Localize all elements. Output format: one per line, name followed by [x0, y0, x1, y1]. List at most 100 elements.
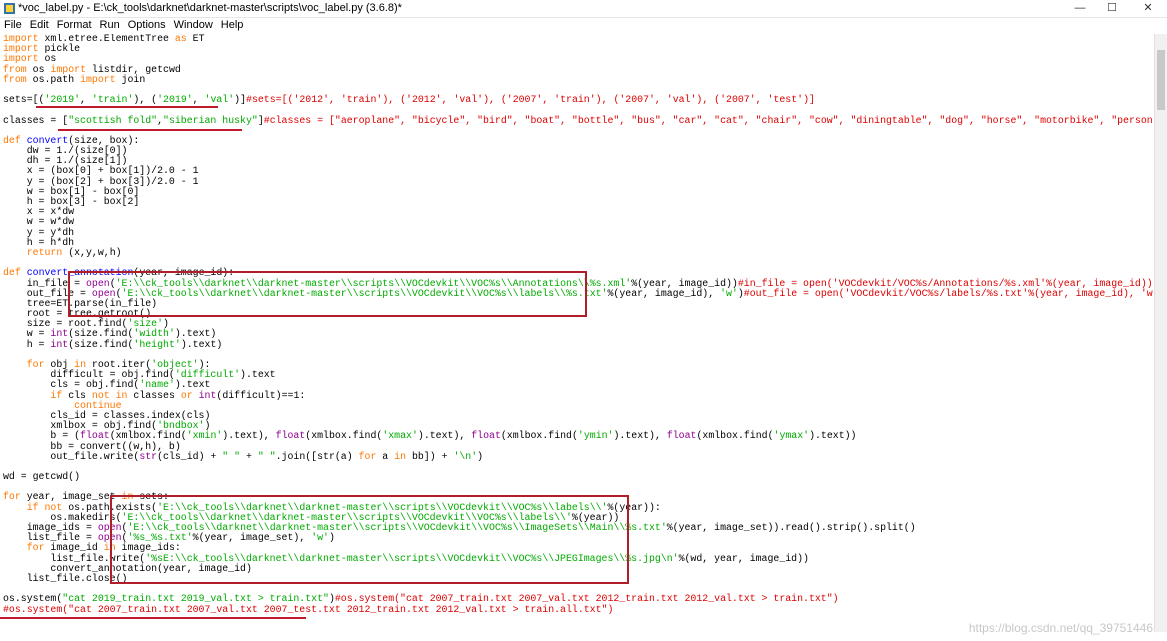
code-editor[interactable]: import xml.etree.ElementTree as ET import… [0, 34, 1155, 632]
code-token: (size.find( [68, 338, 134, 350]
code-line[interactable]: dw = 1./(size[0]) [0, 145, 1155, 156]
code-line[interactable]: return (x,y,w,h) [0, 246, 1155, 258]
code-line[interactable]: w = w*dw [0, 217, 1155, 227]
code-token: '2019' [44, 94, 81, 106]
code-token: , [192, 94, 205, 106]
code-token: " " [257, 450, 276, 462]
code-line[interactable]: out_file = open('E:\\ck_tools\\darknet\\… [0, 287, 1155, 299]
code-line[interactable]: sets=[('2019', 'train'), ('2019', 'val')… [0, 95, 1155, 105]
scrollbar-thumb[interactable] [1157, 50, 1165, 110]
code-token: list_file.close() [3, 572, 128, 584]
menu-options[interactable]: Options [124, 18, 170, 33]
code-token: #out_file = open('VOCdevkit/VOC%s/labels… [743, 287, 1155, 299]
code-token: wd = getcwd() [3, 471, 81, 483]
code-token: (xmlbox.find( [500, 430, 578, 442]
code-line[interactable] [0, 482, 1155, 492]
code-token: (difficult)==1: [216, 389, 306, 401]
code-line[interactable]: list_file.close() [0, 572, 1155, 584]
code-line[interactable]: from os.path import join [0, 73, 1155, 85]
code-line[interactable]: wd = getcwd() [0, 471, 1155, 483]
code-token: + [240, 450, 258, 462]
code-line[interactable] [0, 126, 1155, 136]
code-line[interactable]: #os.system("cat 2007_train.txt 2007_val.… [0, 603, 1155, 615]
menu-format[interactable]: Format [53, 18, 96, 33]
code-line[interactable]: w = box[1] - box[0] [0, 186, 1155, 197]
code-line[interactable]: y = y*dh [0, 227, 1155, 238]
code-token: int [198, 389, 217, 401]
code-token: %(wd, year, image_id)) [678, 552, 809, 564]
code-line[interactable]: tree=ET.parse(in_file) [0, 298, 1155, 309]
code-token: as [174, 34, 187, 44]
code-line[interactable]: def convert(size, box): [0, 135, 1155, 146]
code-token: ET [186, 34, 205, 44]
code-token: ).text)) [809, 430, 857, 442]
code-token: import [80, 73, 116, 85]
code-token: %(year, image_set)).read().strip().split… [666, 522, 916, 533]
menu-edit[interactable]: Edit [26, 18, 53, 33]
code-token: 'ymax' [773, 430, 810, 442]
code-token: 'w' [720, 287, 738, 299]
code-token: #os.system("cat 2007_train.txt 2007_val.… [3, 603, 614, 615]
code-token: int [50, 338, 69, 350]
code-token: (cls_id) + [157, 450, 223, 462]
menu-window[interactable]: Window [170, 18, 217, 33]
code-line[interactable]: h = box[3] - box[2] [0, 196, 1155, 207]
vertical-scrollbar[interactable] [1154, 34, 1167, 632]
code-token: ).text [240, 369, 276, 381]
code-token: 'w' [311, 532, 329, 544]
code-line[interactable]: root = tree.getroot() [0, 308, 1155, 319]
code-token: out_file.write( [3, 450, 140, 462]
code-token: , [80, 94, 92, 106]
code-line[interactable]: y = (box[2] + box[3])/2.0 - 1 [0, 176, 1155, 187]
menu-run[interactable]: Run [96, 18, 124, 33]
code-line[interactable]: import pickle [0, 44, 1155, 54]
code-token: return [26, 246, 63, 258]
code-token: ).text) [180, 338, 223, 350]
code-line[interactable]: if cls not in classes or int(difficult)=… [0, 389, 1155, 401]
code-token: ), ( [133, 94, 158, 106]
code-token: float [471, 430, 501, 442]
code-token: classes [127, 389, 181, 401]
code-token: 'ymin' [577, 430, 614, 442]
maximize-button[interactable]: ☐ [1096, 0, 1128, 17]
code-token: )] [234, 94, 247, 106]
code-token: .join([str(a) [275, 450, 359, 462]
window-title: *voc_label.py - E:\ck_tools\darknet\dark… [18, 2, 402, 14]
code-token: "siberian husky" [163, 114, 258, 126]
close-button[interactable]: ✕ [1132, 0, 1164, 17]
code-line[interactable]: convert_annotation(year, image_id) [0, 563, 1155, 574]
minimize-button[interactable]: — [1064, 0, 1096, 17]
code-token: from [3, 73, 27, 85]
code-line[interactable]: import xml.etree.ElementTree as ET [0, 34, 1155, 44]
code-token: in [394, 450, 407, 462]
code-token: 'val' [204, 94, 235, 106]
code-line[interactable]: x = x*dw [0, 207, 1155, 217]
code-token: (x,y,w,h) [62, 246, 122, 258]
code-token: '2019' [157, 94, 193, 106]
code-token: "scottish fold" [68, 114, 158, 126]
menu-help[interactable]: Help [217, 18, 248, 33]
code-token: 'train' [91, 94, 134, 106]
code-token: classes = [ [3, 114, 69, 126]
code-text-area[interactable]: import xml.etree.ElementTree as ET import… [0, 34, 1155, 615]
code-token: %(year, image_id), [607, 287, 721, 299]
code-line[interactable]: h = h*dh [0, 237, 1155, 248]
code-token: ).text), [417, 430, 472, 442]
menu-file[interactable]: File [0, 18, 26, 33]
code-token: 'height' [133, 338, 181, 350]
code-token: " " [222, 450, 241, 462]
code-line[interactable]: classes = ["scottish fold","siberian hus… [0, 114, 1155, 126]
code-token: 'E:\\ck_tools\\darknet\\darknet-master\\… [121, 287, 608, 299]
code-line[interactable]: out_file.write(str(cls_id) + " " + " ".j… [0, 450, 1155, 462]
code-line[interactable] [0, 462, 1155, 472]
idle-app-icon [4, 3, 15, 14]
code-token: h = [3, 338, 51, 350]
code-token: join [115, 73, 146, 85]
code-token: 'xmax' [382, 430, 418, 442]
code-token: or [180, 389, 193, 401]
code-token: (xmlbox.find( [696, 430, 774, 442]
annotation-underline-system [0, 617, 306, 619]
code-line[interactable]: from os import listdir, getcwd [0, 64, 1155, 75]
code-token: ) [477, 450, 484, 462]
code-line[interactable]: h = int(size.find('height').text) [0, 338, 1155, 350]
